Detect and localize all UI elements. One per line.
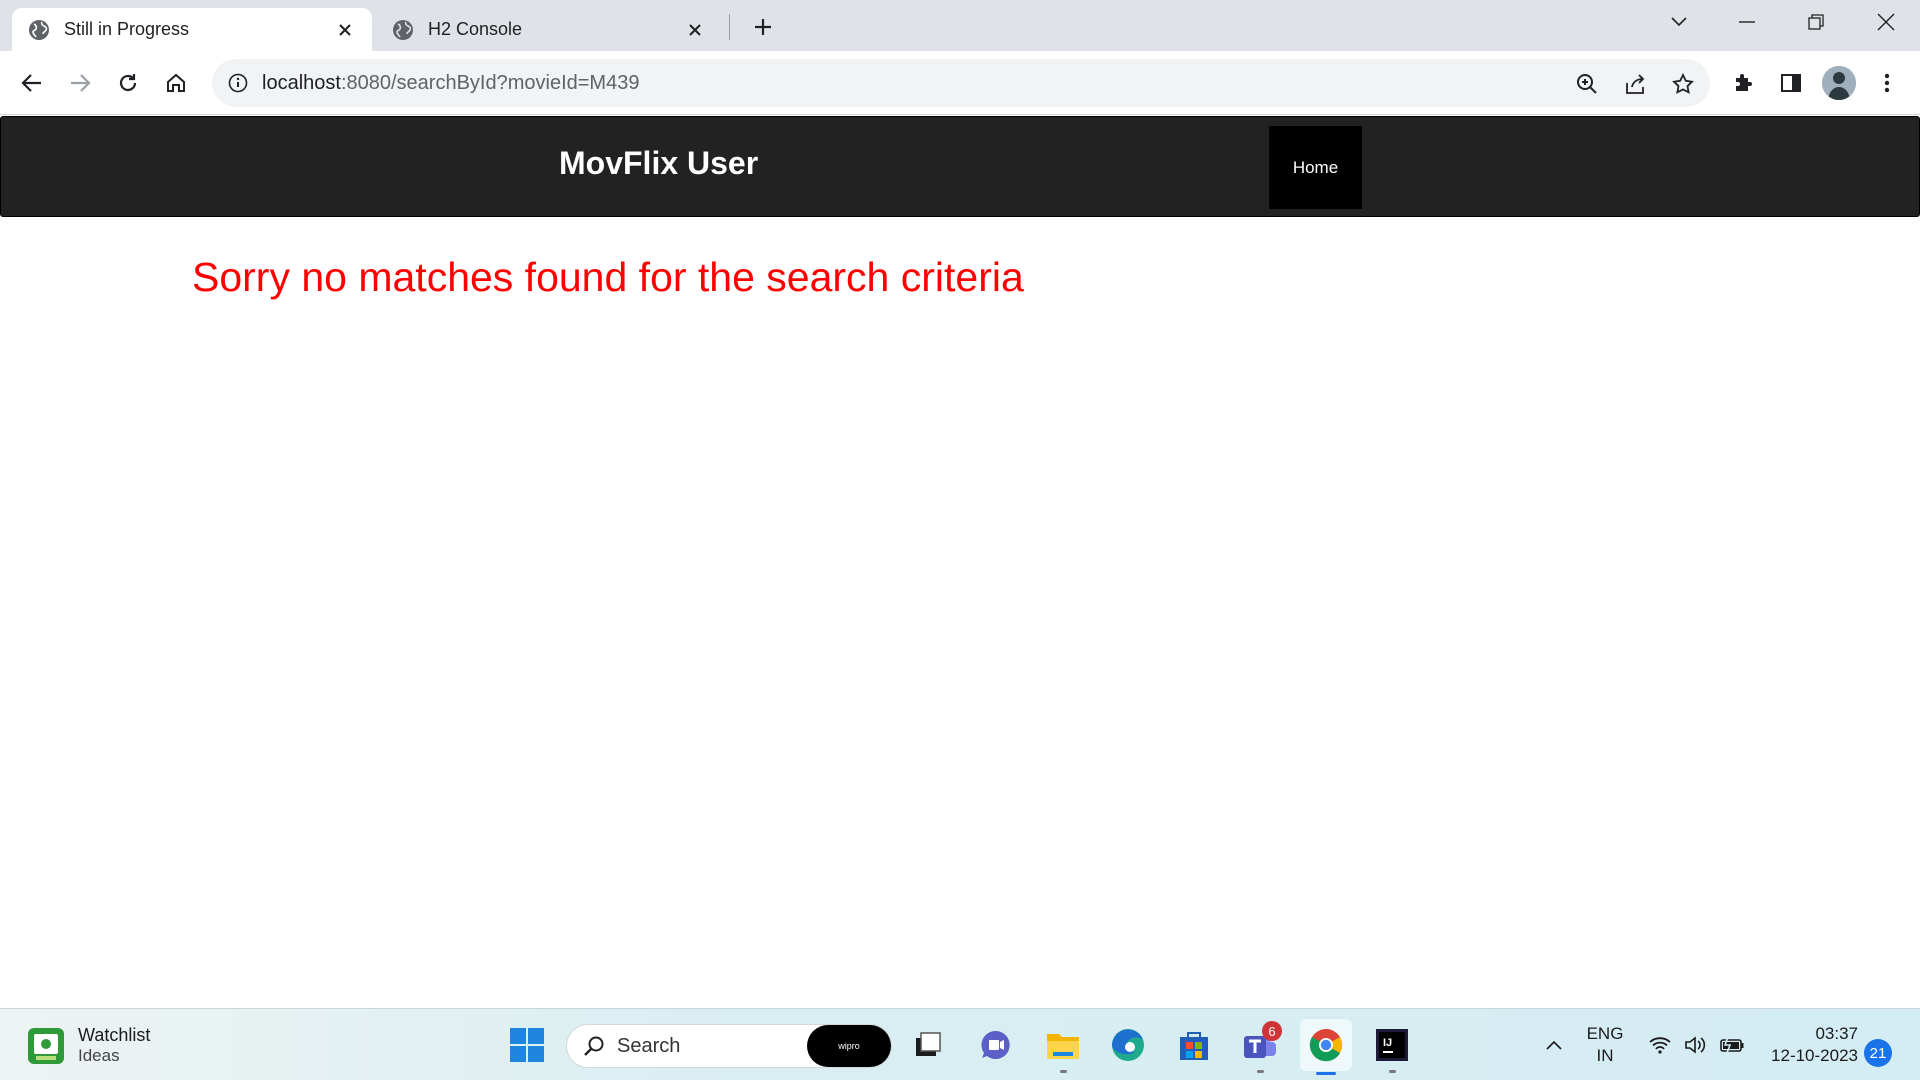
- svg-text:IJ: IJ: [1383, 1037, 1392, 1049]
- menu-kebab-icon[interactable]: [1870, 66, 1904, 100]
- site-info-icon[interactable]: [226, 71, 250, 95]
- chat-icon[interactable]: [976, 1025, 1016, 1065]
- extensions-puzzle-icon[interactable]: [1726, 66, 1760, 100]
- edge-browser-icon[interactable]: [1108, 1025, 1148, 1065]
- search-placeholder: Search: [617, 1034, 681, 1057]
- close-window-button[interactable]: [1866, 6, 1906, 38]
- globe-icon: [392, 19, 414, 41]
- battery-icon[interactable]: [1714, 1025, 1750, 1065]
- watchlist-widget[interactable]: Watchlist Ideas: [28, 1025, 150, 1066]
- restore-button[interactable]: [1796, 6, 1836, 38]
- address-bar[interactable]: localhost:8080/searchById?movieId=M439: [212, 59, 1710, 107]
- zoom-icon[interactable]: [1574, 71, 1600, 97]
- teams-notification-badge: 6: [1262, 1021, 1282, 1041]
- chevron-up-icon[interactable]: [1535, 1025, 1573, 1065]
- language-line2: IN: [1596, 1046, 1614, 1065]
- language-line1: ENG: [1586, 1024, 1624, 1043]
- tab-title: H2 Console: [428, 19, 523, 39]
- close-icon[interactable]: [684, 19, 706, 41]
- wifi-icon[interactable]: [1642, 1025, 1678, 1065]
- site-navbar: MovFlix User Home: [0, 116, 1920, 217]
- tab-search-chevron-down-icon[interactable]: [1659, 6, 1699, 38]
- windows-start-icon[interactable]: [507, 1025, 547, 1065]
- minimize-button[interactable]: [1727, 6, 1767, 38]
- profile-avatar[interactable]: [1822, 66, 1856, 100]
- widget-title: Watchlist: [78, 1025, 151, 1045]
- share-icon[interactable]: [1622, 71, 1648, 97]
- language-indicator[interactable]: ENG IN: [1580, 1023, 1630, 1067]
- forward-button[interactable]: [63, 66, 97, 100]
- chrome-icon[interactable]: [1300, 1019, 1352, 1075]
- url-text[interactable]: localhost:8080/searchById?movieId=M439: [262, 72, 639, 95]
- tab-strip: Still in Progress H2 Console: [0, 0, 1920, 51]
- reload-button[interactable]: [111, 66, 145, 100]
- tab-title: Still in Progress: [64, 19, 190, 39]
- search-icon: [583, 1035, 605, 1057]
- url-host: localhost: [262, 72, 341, 94]
- taskbar: Watchlist Ideas Search wipro 6 IJ ENG IN…: [0, 1008, 1920, 1080]
- nav-home-link[interactable]: Home: [1269, 126, 1362, 209]
- globe-icon: [28, 19, 50, 41]
- tab-separator: [729, 14, 730, 40]
- wipro-logo: wipro: [807, 1025, 891, 1067]
- stock-chart-icon: [28, 1027, 64, 1064]
- volume-icon[interactable]: [1678, 1025, 1714, 1065]
- close-icon[interactable]: [334, 19, 356, 41]
- file-explorer-icon[interactable]: [1043, 1025, 1083, 1073]
- intellij-idea-icon[interactable]: IJ: [1372, 1025, 1412, 1073]
- microsoft-store-icon[interactable]: [1174, 1025, 1214, 1065]
- new-tab-button[interactable]: [748, 12, 778, 42]
- home-button[interactable]: [159, 66, 193, 100]
- side-panel-icon[interactable]: [1774, 66, 1808, 100]
- teams-icon[interactable]: 6: [1240, 1021, 1282, 1073]
- browser-toolbar: localhost:8080/searchById?movieId=M439: [0, 51, 1920, 115]
- clock-date: 12-10-2023: [1771, 1046, 1858, 1065]
- url-path: :8080/searchById?movieId=M439: [340, 72, 640, 94]
- tab-h2-console[interactable]: H2 Console: [376, 8, 722, 51]
- back-button[interactable]: [15, 66, 49, 100]
- no-results-message: Sorry no matches found for the search cr…: [192, 254, 1024, 300]
- brand-title[interactable]: MovFlix User: [559, 145, 758, 182]
- widget-subtitle: Ideas: [78, 1046, 120, 1065]
- taskbar-search[interactable]: Search wipro: [566, 1024, 892, 1068]
- bookmark-star-icon[interactable]: [1670, 71, 1696, 97]
- clock[interactable]: 03:37 12-10-2023: [1762, 1023, 1858, 1067]
- task-view-icon[interactable]: [908, 1025, 948, 1065]
- clock-time: 03:37: [1815, 1024, 1858, 1043]
- notification-count-badge[interactable]: 21: [1864, 1039, 1892, 1067]
- tab-still-in-progress[interactable]: Still in Progress: [12, 8, 372, 51]
